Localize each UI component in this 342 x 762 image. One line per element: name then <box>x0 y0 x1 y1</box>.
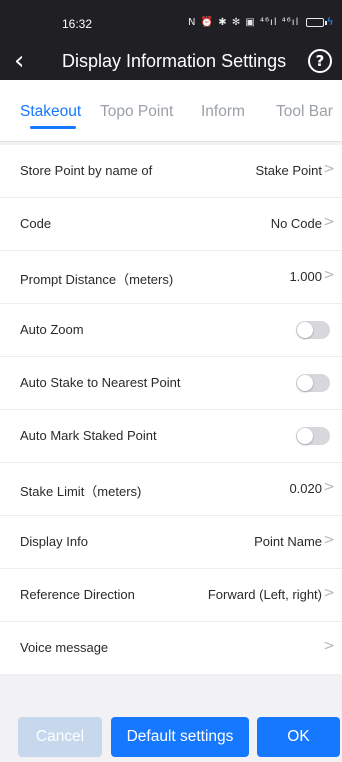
auto-zoom-toggle[interactable] <box>296 321 330 339</box>
setting-label: Prompt Distance（meters) <box>20 272 174 287</box>
setting-label: Display Info <box>20 534 88 549</box>
help-icon[interactable]: ? <box>308 49 332 73</box>
cancel-button[interactable]: Cancel <box>18 717 102 757</box>
auto-stake-nearest-toggle[interactable] <box>296 374 330 392</box>
setting-value: Stake Point <box>255 163 323 178</box>
setting-reference-direction[interactable]: Reference Direction Forward (Left, right… <box>0 569 342 622</box>
setting-label: Stake Limit（meters) <box>20 484 142 499</box>
tab-topo-point[interactable]: Topo Point <box>100 103 173 121</box>
charging-icon: ϟ <box>326 15 335 28</box>
setting-auto-mark-staked: Auto Mark Staked Point <box>0 410 342 463</box>
toggle-knob <box>297 322 313 338</box>
status-icons: N ⏰ ✱ ✻ ▣ ⁴⁶ıl ⁴⁶ıl ϟ <box>188 15 335 28</box>
auto-mark-staked-toggle[interactable] <box>296 427 330 445</box>
setting-voice-message[interactable]: Voice message > <box>0 622 342 675</box>
setting-label: Auto Mark Staked Point <box>20 428 157 443</box>
tab-stakeout[interactable]: Stakeout <box>20 103 81 121</box>
chevron-right-icon: > <box>323 214 335 230</box>
setting-label: Code <box>20 216 52 231</box>
setting-label: Auto Stake to Nearest Point <box>20 375 181 390</box>
setting-auto-stake-nearest: Auto Stake to Nearest Point <box>0 357 342 410</box>
toggle-knob <box>297 428 313 444</box>
chevron-right-icon: > <box>323 479 335 495</box>
setting-value: Point Name <box>254 534 322 549</box>
battery-icon <box>305 17 327 27</box>
setting-value: No Code <box>270 216 322 231</box>
setting-display-info[interactable]: Display Info Point Name > <box>0 516 342 569</box>
status-indicator-icons: N ⏰ ✱ ✻ ▣ ⁴⁶ıl ⁴⁶ıl <box>188 17 300 28</box>
setting-value: 0.020 <box>289 481 322 496</box>
setting-auto-zoom: Auto Zoom <box>0 304 342 357</box>
setting-label: Reference Direction <box>20 587 135 602</box>
status-time: 16:32 <box>62 17 93 31</box>
setting-value: 1.000 <box>289 269 322 284</box>
tab-tool-bar[interactable]: Tool Bar <box>276 103 333 121</box>
default-settings-button[interactable]: Default settings <box>111 717 249 757</box>
chevron-right-icon: > <box>323 532 335 548</box>
setting-value: Forward (Left, right) <box>207 587 322 602</box>
setting-label: Auto Zoom <box>20 322 84 337</box>
chevron-right-icon: > <box>323 585 335 601</box>
toggle-knob <box>297 375 313 391</box>
setting-code[interactable]: Code No Code > <box>0 198 342 251</box>
action-bar: Cancel Default settings OK <box>0 712 342 762</box>
setting-label: Store Point by name of <box>20 163 153 178</box>
chevron-right-icon: > <box>323 161 335 177</box>
chevron-right-icon: > <box>323 638 335 654</box>
tab-bar: Stakeout Topo Point Inform Tool Bar <box>0 80 342 142</box>
setting-prompt-distance[interactable]: Prompt Distance（meters) 1.000 > <box>0 251 342 304</box>
page-title: Display Information Settings <box>62 51 287 71</box>
chevron-right-icon: > <box>323 267 335 283</box>
ok-button[interactable]: OK <box>257 717 340 757</box>
active-tab-indicator <box>30 126 76 129</box>
setting-label: Voice message <box>20 640 109 655</box>
title-bar: ‹ Display Information Settings ? <box>0 44 342 80</box>
status-bar: 16:32 N ⏰ ✱ ✻ ▣ ⁴⁶ıl ⁴⁶ıl ϟ <box>0 0 342 44</box>
back-icon[interactable]: ‹ <box>14 46 24 76</box>
setting-store-point-name[interactable]: Store Point by name of Stake Point > <box>0 145 342 198</box>
tab-inform[interactable]: Inform <box>201 103 245 121</box>
settings-list: Store Point by name of Stake Point > Cod… <box>0 145 342 675</box>
setting-stake-limit[interactable]: Stake Limit（meters) 0.020 > <box>0 463 342 516</box>
